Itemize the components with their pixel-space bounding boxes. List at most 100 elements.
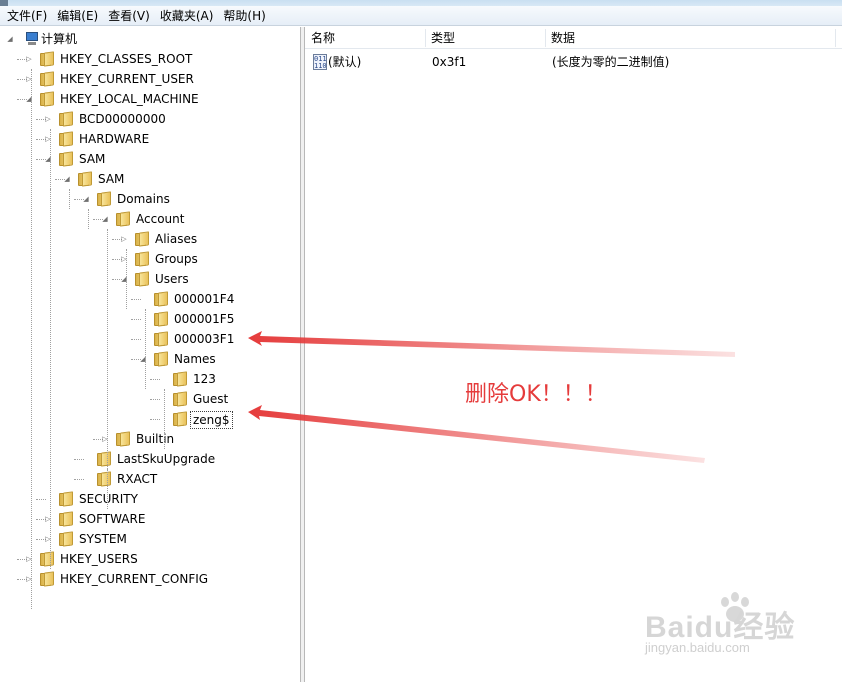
tree-connector: [150, 379, 160, 380]
collapse-triangle-icon[interactable]: ◢: [101, 215, 109, 223]
tree-node-label: Builtin: [136, 432, 175, 446]
tree-node-builtin[interactable]: ▷ Builtin: [0, 429, 300, 449]
tree-node-lastskuupgrade[interactable]: LastSkuUpgrade: [0, 449, 300, 469]
tree-node-label: Guest: [193, 392, 229, 406]
folder-icon: [58, 111, 74, 127]
tree-node-zeng[interactable]: zeng$: [0, 409, 300, 429]
tree-connector: [150, 419, 160, 420]
tree-node-label: SAM: [98, 172, 125, 186]
value-name: (默认): [328, 55, 362, 69]
folder-icon: [134, 231, 150, 247]
registry-tree[interactable]: ◢ 计算机 ▷ HKEY_CLASSES_ROOT ▷ HKEY_CURRENT_USER…: [0, 27, 300, 682]
tree-node-account[interactable]: ◢ Account: [0, 209, 300, 229]
tree-node-label: 000003F1: [174, 332, 235, 346]
menu-file[interactable]: 文件(F): [2, 6, 52, 26]
tree-node-label: Account: [136, 212, 185, 226]
column-data-header[interactable]: 数据: [545, 27, 835, 49]
tree-node-software[interactable]: ▷ SOFTWARE: [0, 509, 300, 529]
tree-node-label: 000001F4: [174, 292, 235, 306]
tree-node-label: zeng$: [190, 411, 233, 429]
tree-node-users[interactable]: ◢ Users: [0, 269, 300, 289]
tree-node-label: SECURITY: [79, 492, 138, 506]
tree-node-label: 计算机: [41, 32, 78, 46]
folder-icon: [115, 211, 131, 227]
collapse-triangle-icon[interactable]: ◢: [6, 35, 14, 43]
tree-connector: [131, 339, 141, 340]
tree-guide-line: [107, 229, 108, 469]
tree-node-000001f4[interactable]: 000001F4: [0, 289, 300, 309]
folder-icon: [39, 91, 55, 107]
tree-node-hardware[interactable]: ▷ HARDWARE: [0, 129, 300, 149]
tree-node-label: SYSTEM: [79, 532, 127, 546]
watermark-url: jingyan.baidu.com: [645, 640, 750, 655]
tree-node-label: HKEY_CLASSES_ROOT: [60, 52, 193, 66]
folder-icon: [172, 391, 188, 407]
folder-icon: [115, 431, 131, 447]
list-row[interactable]: 011 110 (默认) 0x3f1 (长度为零的二进制值): [305, 52, 842, 72]
value-data: (长度为零的二进制值): [552, 55, 670, 69]
tree-node-000003f1[interactable]: 000003F1: [0, 329, 300, 349]
menu-view[interactable]: 查看(V): [103, 6, 155, 26]
tree-guide-line: [50, 129, 51, 189]
tree-node-label: Aliases: [155, 232, 198, 246]
tree-node-label: RXACT: [117, 472, 158, 486]
tree-node-sam[interactable]: ◢ SAM: [0, 149, 300, 169]
tree-node-guest[interactable]: Guest: [0, 389, 300, 409]
tree-node-label: SAM: [79, 152, 106, 166]
tree-guide-line: [126, 249, 127, 309]
tree-node-hkey-local-machine[interactable]: ◢ HKEY_LOCAL_MACHINE: [0, 89, 300, 109]
expand-triangle-icon[interactable]: ▷: [44, 115, 52, 123]
tree-connector: [74, 479, 84, 480]
tree-guide-line: [164, 389, 165, 449]
tree-node-hkey-users[interactable]: ▷ HKEY_USERS: [0, 549, 300, 569]
tree-connector: [150, 399, 160, 400]
tree-node-label: HKEY_CURRENT_USER: [60, 72, 194, 86]
folder-icon: [39, 71, 55, 87]
value-type: 0x3f1: [432, 55, 467, 69]
tree-node-label: BCD00000000: [79, 112, 166, 126]
menu-help[interactable]: 帮助(H): [218, 6, 270, 26]
tree-node-bcd00000000[interactable]: ▷ BCD00000000: [0, 109, 300, 129]
tree-node-label: 000001F5: [174, 312, 235, 326]
tree-node-groups[interactable]: ▷ Groups: [0, 249, 300, 269]
menu-bar: 文件(F) 编辑(E) 查看(V) 收藏夹(A) 帮助(H): [0, 6, 842, 26]
column-divider[interactable]: [835, 29, 836, 47]
folder-icon: [172, 411, 188, 427]
folder-icon: [96, 451, 112, 467]
collapse-triangle-icon[interactable]: ◢: [82, 195, 90, 203]
tree-node-label: SOFTWARE: [79, 512, 146, 526]
baidu-watermark: Baidu经验 jingyan.baidu.com: [645, 590, 835, 660]
tree-node-label: Groups: [155, 252, 198, 266]
tree-guide-line: [107, 469, 108, 509]
column-type-header[interactable]: 类型: [425, 27, 545, 49]
tree-node-computer[interactable]: ◢ 计算机: [0, 29, 300, 49]
tree-node-aliases[interactable]: ▷ Aliases: [0, 229, 300, 249]
tree-node-system[interactable]: ▷ SYSTEM: [0, 529, 300, 549]
tree-node-domains[interactable]: ◢ Domains: [0, 189, 300, 209]
column-name-header[interactable]: 名称: [305, 27, 425, 49]
tree-guide-line: [69, 189, 70, 209]
menu-favorites[interactable]: 收藏夹(A): [155, 6, 219, 26]
tree-node-names[interactable]: ◢ Names: [0, 349, 300, 369]
tree-node-000001f5[interactable]: 000001F5: [0, 309, 300, 329]
tree-node-123[interactable]: 123: [0, 369, 300, 389]
collapse-triangle-icon[interactable]: ◢: [63, 175, 71, 183]
tree-node-hkey-current-user[interactable]: ▷ HKEY_CURRENT_USER: [0, 69, 300, 89]
tree-node-sam[interactable]: ◢ SAM: [0, 169, 300, 189]
menu-edit[interactable]: 编辑(E): [52, 6, 103, 26]
tree-guide-line: [31, 69, 32, 609]
annotation-text: 删除OK！！！: [465, 382, 607, 407]
expand-triangle-icon[interactable]: ▷: [120, 235, 128, 243]
tree-connector: [74, 459, 84, 460]
tree-node-security[interactable]: SECURITY: [0, 489, 300, 509]
tree-node-hkey-classes-root[interactable]: ▷ HKEY_CLASSES_ROOT: [0, 49, 300, 69]
folder-icon: [96, 191, 112, 207]
tree-node-rxact[interactable]: RXACT: [0, 469, 300, 489]
tree-node-label: Users: [155, 272, 189, 286]
expand-triangle-icon[interactable]: ▷: [25, 55, 33, 63]
tree-node-label: LastSkuUpgrade: [117, 452, 216, 466]
list-header: 名称 类型 数据: [305, 27, 842, 49]
tree-node-hkey-current-config[interactable]: ▷ HKEY_CURRENT_CONFIG: [0, 569, 300, 589]
value-list[interactable]: 名称 类型 数据 011 110 (默认) 0x3f1 (长度为零的二进制值): [305, 27, 842, 682]
folder-icon: [58, 491, 74, 507]
